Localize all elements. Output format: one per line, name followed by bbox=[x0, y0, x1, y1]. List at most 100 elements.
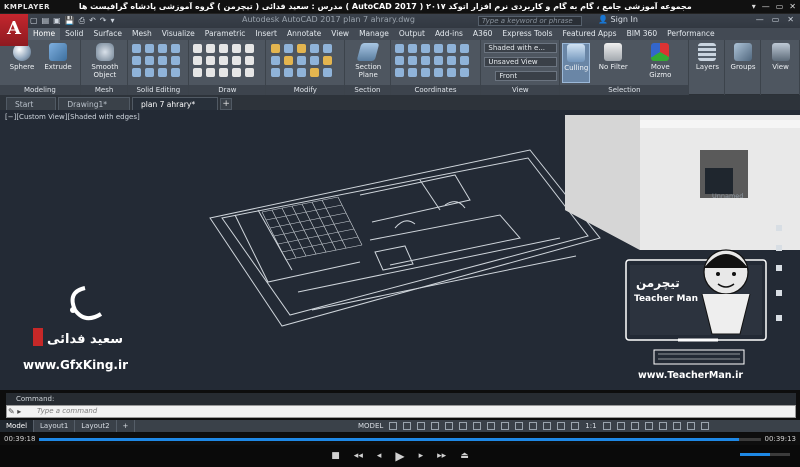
new-tab-button[interactable]: + bbox=[220, 98, 233, 110]
eject-button[interactable]: ⏏ bbox=[460, 451, 469, 461]
tab-solid[interactable]: Solid bbox=[60, 28, 88, 40]
tab-a360[interactable]: A360 bbox=[468, 28, 497, 40]
ucs-tools[interactable] bbox=[394, 44, 470, 77]
quick-properties-icon[interactable] bbox=[644, 422, 653, 430]
tab-insert[interactable]: Insert bbox=[250, 28, 282, 40]
search-input[interactable]: Type a keyword or phrase bbox=[478, 16, 582, 26]
grid-icon[interactable] bbox=[389, 422, 398, 430]
ducs-icon[interactable] bbox=[487, 422, 496, 430]
solid-editing-tools[interactable] bbox=[132, 44, 181, 77]
tab-featured-apps[interactable]: Featured Apps bbox=[558, 28, 622, 40]
ortho-icon[interactable] bbox=[417, 422, 426, 430]
undo-icon[interactable]: ↶ bbox=[89, 16, 96, 26]
customization-icon[interactable] bbox=[700, 422, 709, 430]
no-filter-button[interactable]: No Filter bbox=[594, 43, 632, 71]
move-gizmo-button[interactable]: Move Gizmo bbox=[640, 43, 680, 79]
viewport-controls[interactable]: [−][Custom View][Shaded with edges] bbox=[5, 113, 140, 121]
player-menu-button[interactable]: ▾ bbox=[752, 2, 756, 11]
tab-home[interactable]: Home bbox=[28, 28, 61, 40]
snap-icon[interactable] bbox=[403, 422, 412, 430]
sign-in-button[interactable]: 👤 Sign In bbox=[598, 15, 638, 24]
player-maximize-button[interactable]: ▭ bbox=[776, 2, 784, 11]
tab-add-ins[interactable]: Add-ins bbox=[430, 28, 468, 40]
rewind-button[interactable]: ◂◂ bbox=[354, 451, 363, 461]
qat-dropdown-icon[interactable]: ▾ bbox=[110, 16, 114, 26]
extrude-button[interactable]: Extrude bbox=[42, 43, 74, 71]
tab-parametric[interactable]: Parametric bbox=[200, 28, 251, 40]
tab-layout2[interactable]: Layout2 bbox=[75, 420, 117, 432]
model-space-button[interactable]: MODEL bbox=[358, 422, 383, 430]
clean-screen-icon[interactable] bbox=[686, 422, 695, 430]
tab-output[interactable]: Output bbox=[394, 28, 430, 40]
file-tab-plan[interactable]: plan 7 ahrary* bbox=[132, 97, 219, 110]
sphere-button[interactable]: Sphere bbox=[6, 43, 38, 71]
transparency-icon[interactable] bbox=[515, 422, 524, 430]
redo-icon[interactable]: ↷ bbox=[100, 16, 107, 26]
stop-button[interactable]: ■ bbox=[331, 451, 340, 461]
tab-annotate[interactable]: Annotate bbox=[282, 28, 326, 40]
annotation-scale[interactable]: 1:1 bbox=[585, 422, 596, 430]
application-menu-button[interactable]: A bbox=[0, 14, 28, 46]
fast-forward-button[interactable]: ▸▸ bbox=[437, 451, 446, 461]
tab-manage[interactable]: Manage bbox=[354, 28, 394, 40]
tab-surface[interactable]: Surface bbox=[88, 28, 127, 40]
play-button[interactable]: ▶ bbox=[395, 449, 404, 463]
open-icon[interactable]: ▤ bbox=[42, 16, 50, 26]
section-plane-button[interactable]: Section Plane bbox=[352, 43, 384, 79]
author-name: سعید فدائی bbox=[47, 332, 123, 347]
3d-osnap-icon[interactable] bbox=[459, 422, 468, 430]
tab-model[interactable]: Model bbox=[0, 420, 35, 432]
app-minimize-button[interactable]: — bbox=[756, 15, 764, 24]
otrack-icon[interactable] bbox=[473, 422, 482, 430]
seek-bar[interactable] bbox=[39, 437, 761, 441]
new-icon[interactable]: ▢ bbox=[30, 16, 38, 26]
add-layout-button[interactable]: + bbox=[117, 420, 136, 432]
layers-button[interactable]: Layers bbox=[691, 43, 723, 71]
modify-tools[interactable] bbox=[271, 44, 333, 77]
player-close-button[interactable]: ✕ bbox=[789, 2, 796, 11]
tab-bim360[interactable]: BIM 360 bbox=[622, 28, 663, 40]
tab-performance[interactable]: Performance bbox=[662, 28, 720, 40]
volume-slider[interactable] bbox=[740, 453, 790, 456]
drawing-viewport[interactable]: [−][Custom View][Shaded with edges] Unna… bbox=[0, 110, 800, 390]
file-tab-drawing1[interactable]: Drawing1* bbox=[58, 97, 131, 110]
previous-button[interactable]: ◂ bbox=[377, 451, 382, 461]
player-minimize-button[interactable]: — bbox=[762, 2, 770, 11]
file-tab-start[interactable]: Start bbox=[6, 97, 57, 110]
wrench-icon[interactable]: ✎ bbox=[8, 407, 15, 416]
next-button[interactable]: ▸ bbox=[419, 451, 424, 461]
save-icon[interactable]: ▣ bbox=[53, 16, 61, 26]
visual-style-dropdown[interactable]: Shaded with e... bbox=[484, 43, 558, 53]
isolate-objects-icon[interactable] bbox=[658, 422, 667, 430]
plot-icon[interactable]: ⎙ bbox=[79, 16, 85, 26]
view-direction-dropdown[interactable]: Front bbox=[495, 71, 558, 81]
lineweight-icon[interactable] bbox=[501, 422, 510, 430]
groups-button[interactable]: Groups bbox=[727, 43, 759, 71]
smooth-object-button[interactable]: Smooth Object bbox=[89, 43, 121, 79]
named-view-dropdown[interactable]: Unsaved View bbox=[484, 57, 558, 67]
units-icon[interactable] bbox=[630, 422, 639, 430]
tab-visualize[interactable]: Visualize bbox=[157, 28, 200, 40]
culling-button[interactable]: Culling bbox=[562, 43, 591, 83]
view-button[interactable]: View bbox=[765, 43, 797, 71]
polar-icon[interactable] bbox=[431, 422, 440, 430]
draw-tools[interactable] bbox=[193, 44, 255, 77]
workspace-icon[interactable] bbox=[602, 422, 611, 430]
tab-mesh[interactable]: Mesh bbox=[127, 28, 157, 40]
app-maximize-button[interactable]: ▭ bbox=[772, 15, 780, 24]
tab-layout1[interactable]: Layout1 bbox=[34, 420, 76, 432]
command-input[interactable]: Type a command bbox=[6, 405, 796, 418]
command-tools[interactable]: ✎ ▸ bbox=[8, 407, 21, 416]
tab-express-tools[interactable]: Express Tools bbox=[497, 28, 557, 40]
hardware-acceleration-icon[interactable] bbox=[672, 422, 681, 430]
osnap-icon[interactable] bbox=[445, 422, 454, 430]
selection-cycling-icon[interactable] bbox=[529, 422, 538, 430]
gizmo-toggle-icon[interactable] bbox=[543, 422, 552, 430]
panel-label-mesh: Mesh bbox=[80, 85, 128, 95]
annotation-visibility-icon[interactable] bbox=[557, 422, 566, 430]
tab-view[interactable]: View bbox=[326, 28, 354, 40]
saveas-icon[interactable]: 💾 bbox=[65, 16, 75, 26]
annotation-monitor-icon[interactable] bbox=[616, 422, 625, 430]
autoscale-icon[interactable] bbox=[571, 422, 580, 430]
app-close-button[interactable]: ✕ bbox=[787, 15, 794, 24]
